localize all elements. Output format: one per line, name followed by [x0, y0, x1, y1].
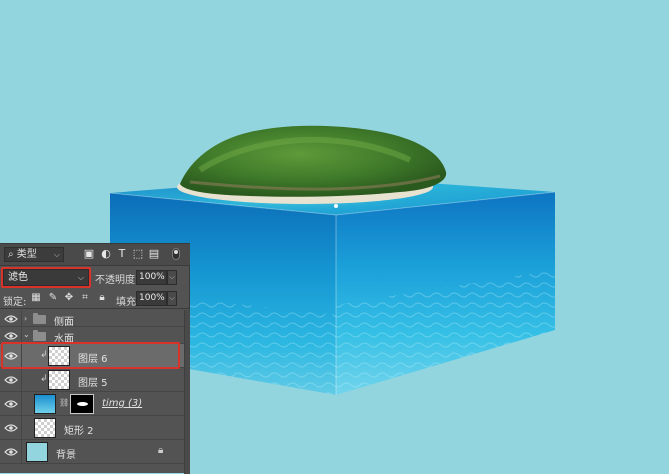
filter-kind-select[interactable]: ⌕ 类型 ⌵	[4, 247, 64, 262]
lock-all-icon[interactable]: 🔒︎	[96, 292, 108, 304]
layer-thumbnail	[48, 370, 70, 390]
visibility-column	[0, 327, 22, 343]
clipping-mask-icon: ↲	[40, 374, 48, 384]
fill-input[interactable]: 100%	[136, 291, 167, 306]
eye-icon[interactable]	[4, 375, 18, 385]
layer-row-timg[interactable]: ⛓ timg (3)	[0, 392, 184, 416]
lock-label: 锁定:	[3, 297, 27, 308]
opacity-dropdown-button[interactable]: ⌵	[167, 270, 177, 285]
smart-object-filter-icon[interactable]: ▤	[148, 248, 160, 260]
layer-name: 矩形 2	[64, 426, 94, 437]
selected-layer-highlight	[1, 342, 180, 369]
layer-name: 侧面	[54, 317, 74, 328]
adjustment-filter-icon[interactable]: ◐	[100, 248, 112, 260]
shape-filter-icon[interactable]: ⬚	[132, 248, 144, 260]
visibility-column	[0, 440, 22, 463]
lock-artboard-icon[interactable]: ⌗	[79, 292, 91, 304]
chevron-right-icon[interactable]: ›	[24, 314, 27, 323]
layer-name: 图层 5	[78, 378, 108, 389]
search-icon: ⌕	[8, 249, 14, 260]
layer-thumbnail	[34, 418, 56, 438]
layer-thumbnail	[26, 442, 48, 462]
visibility-column	[0, 392, 22, 415]
chevron-down-icon[interactable]: ⌄	[23, 330, 30, 339]
layer-list-scrollbar[interactable]	[184, 310, 190, 474]
eye-icon[interactable]	[4, 314, 18, 324]
lock-transparency-icon[interactable]: ▦	[30, 292, 42, 304]
layer-name: timg (3)	[102, 398, 143, 409]
folder-icon	[33, 330, 46, 341]
blend-opacity-bar: 滤色 ⌵ 不透明度: 100% ⌵	[0, 266, 190, 289]
filter-toggle-switch[interactable]	[172, 248, 180, 260]
visibility-column	[0, 310, 22, 326]
opacity-input[interactable]: 100%	[136, 270, 167, 285]
layer-row-layer5[interactable]: ↲ 图层 5	[0, 368, 184, 392]
eye-icon[interactable]	[4, 331, 18, 341]
island	[177, 125, 447, 208]
visibility-column	[0, 368, 22, 391]
eye-icon[interactable]	[4, 399, 18, 409]
layer-row-background[interactable]: 背景 🔒︎	[0, 440, 184, 464]
layer-filter-bar: ⌕ 类型 ⌵ ▣ ◐ T ⬚ ▤	[0, 244, 190, 266]
blend-mode-highlight	[1, 267, 91, 288]
layer-mask-thumbnail[interactable]	[70, 394, 94, 414]
filter-kind-label: 类型	[16, 249, 37, 260]
lock-pixels-icon[interactable]: ✎	[47, 292, 59, 304]
layer-name: 背景	[56, 450, 76, 461]
pixel-filter-icon[interactable]: ▣	[83, 248, 95, 260]
eye-icon[interactable]	[4, 447, 18, 457]
lock-position-icon[interactable]: ✥	[63, 292, 75, 304]
layer-row-rect2[interactable]: 矩形 2	[0, 416, 184, 440]
type-filter-icon[interactable]: T	[116, 248, 128, 260]
lock-icon: 🔒︎	[158, 445, 164, 456]
opacity-label: 不透明度:	[95, 275, 139, 286]
layer-thumbnail	[34, 394, 56, 414]
lock-fill-bar: 锁定: ▦ ✎ ✥ ⌗ 🔒︎ 填充: 100% ⌵	[0, 289, 190, 309]
link-icon[interactable]: ⛓	[59, 398, 69, 407]
chevron-down-icon: ⌵	[53, 250, 60, 259]
visibility-column	[0, 416, 22, 439]
layers-panel: ⌕ 类型 ⌵ ▣ ◐ T ⬚ ▤ 滤色 ⌵ 不透明度: 100% ⌵ 锁定: ▦…	[0, 243, 190, 474]
fill-dropdown-button[interactable]: ⌵	[167, 291, 177, 306]
eye-icon[interactable]	[4, 423, 18, 433]
layer-row-group-side[interactable]: › 侧面	[0, 310, 184, 328]
folder-icon	[33, 313, 46, 324]
